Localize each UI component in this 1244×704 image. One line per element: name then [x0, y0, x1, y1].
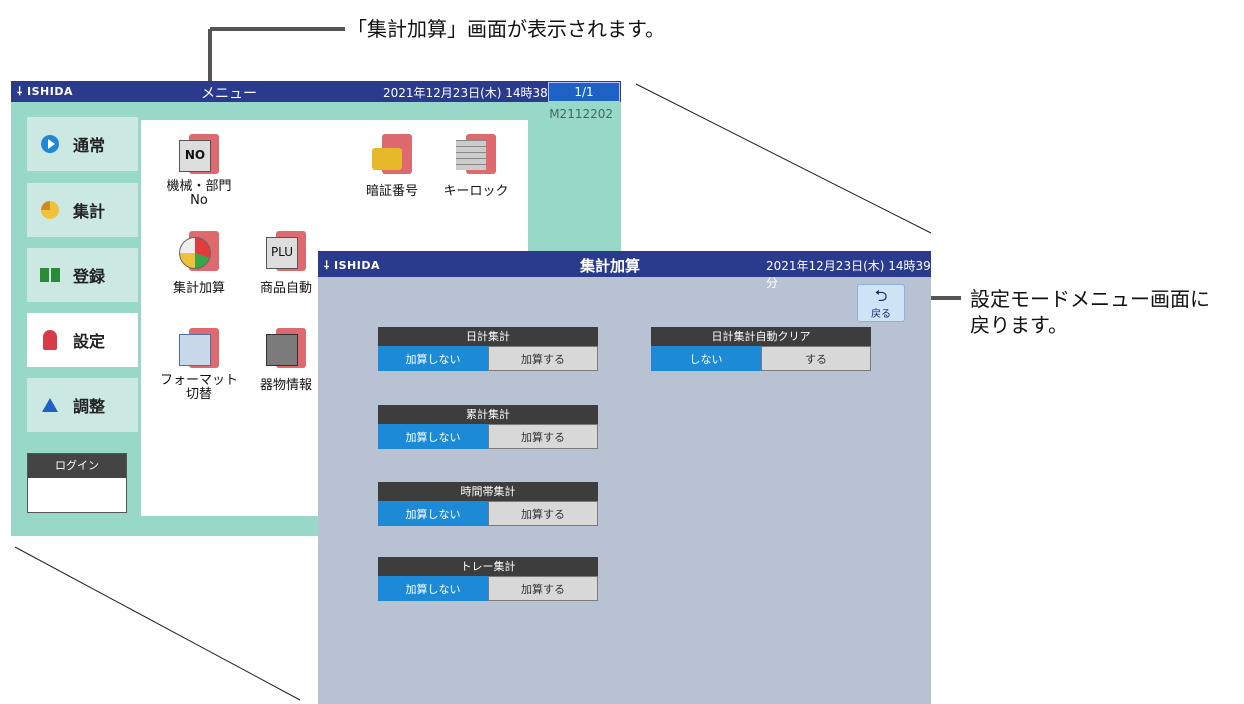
screen-title: 集計加算	[580, 257, 641, 275]
option-no-add[interactable]: 加算しない	[378, 346, 488, 371]
total-add-header: ⸸ ISHIDA 集計加算 2021年12月23日(木) 14時39分	[318, 251, 931, 290]
category-totals[interactable]: 集計	[27, 183, 138, 237]
login-label: ログイン	[28, 454, 126, 478]
tile-format-switch[interactable]: フォーマット 切替	[154, 328, 244, 402]
cylinder-pie-icon	[179, 231, 219, 271]
pie-icon	[39, 199, 61, 221]
format-switch-icon	[179, 328, 219, 368]
tile-pin[interactable]: 暗証番号	[347, 134, 437, 199]
tile-label: キーロック	[443, 184, 509, 199]
option-add[interactable]: 加算する	[488, 424, 598, 449]
top-caption: 「集計加算」画面が表示されます。	[347, 17, 665, 41]
wrench-icon	[39, 329, 61, 351]
right-caption: 設定モードメニュー画面に 戻ります。	[970, 286, 1210, 338]
option-no[interactable]: しない	[651, 346, 761, 371]
menu-title: メニュー	[201, 86, 257, 102]
login-box[interactable]: ログイン	[27, 453, 127, 513]
model-number: M2112202	[549, 107, 613, 121]
play-icon	[39, 133, 61, 155]
screen-datetime: 2021年12月23日(木) 14時39分	[766, 259, 931, 290]
option-no-add[interactable]: 加算しない	[378, 576, 488, 601]
category-label: 登録	[73, 267, 106, 286]
tile-label: 機械・部門 No	[166, 179, 232, 208]
tile-label: フォーマット 切替	[159, 373, 238, 402]
category-label: 設定	[73, 332, 106, 351]
menu-datetime: 2021年12月23日(木) 14時38分	[383, 86, 560, 100]
option-add[interactable]: 加算する	[488, 501, 598, 526]
book-icon	[39, 264, 61, 286]
plu-icon: PLU	[266, 231, 306, 271]
back-label: 戻る	[871, 309, 891, 320]
total-add-screen: ⸸ ISHIDA 集計加算 2021年12月23日(木) 14時39分 ⮌ 戻る…	[318, 251, 931, 704]
ishida-logo: ⸸ ISHIDA	[324, 259, 380, 272]
group-daily-auto-clear: 日計集計自動クリア しない する	[651, 327, 871, 371]
group-title: 日計集計	[378, 327, 598, 346]
tile-total-add[interactable]: 集計加算	[154, 231, 244, 296]
group-cumulative-total: 累計集計 加算しない 加算する	[378, 405, 598, 449]
keypad-lock-icon	[456, 134, 496, 174]
category-settings[interactable]: 設定	[27, 313, 138, 367]
back-button[interactable]: ⮌ 戻る	[857, 284, 905, 322]
group-daily-total: 日計集計 加算しない 加算する	[378, 327, 598, 371]
ishida-logo: ⸸ ISHIDA	[17, 85, 73, 98]
menu-header: ⸸ ISHIDA メニュー 2021年12月23日(木) 14時38分 1/1	[11, 81, 621, 102]
device-info-icon	[266, 328, 306, 368]
category-label: 調整	[73, 397, 106, 416]
option-add[interactable]: 加算する	[488, 576, 598, 601]
category-label: 集計	[73, 202, 106, 221]
group-title: 時間帯集計	[378, 482, 598, 501]
tile-key-lock[interactable]: キーロック	[431, 134, 521, 199]
tile-machine-dept[interactable]: NO 機械・部門 No	[154, 134, 244, 208]
tile-label: 集計加算	[172, 281, 225, 296]
category-adjust[interactable]: 調整	[27, 378, 138, 432]
option-add[interactable]: 加算する	[488, 346, 598, 371]
option-no-add[interactable]: 加算しない	[378, 501, 488, 526]
scale-icon	[39, 394, 61, 416]
group-title: 累計集計	[378, 405, 598, 424]
group-time-total: 時間帯集計 加算しない 加算する	[378, 482, 598, 526]
option-no-add[interactable]: 加算しない	[378, 424, 488, 449]
tile-label: 暗証番号	[365, 184, 418, 199]
group-title: トレー集計	[378, 557, 598, 576]
page-indicator: 1/1	[548, 82, 620, 102]
right-caption-line2: 戻ります。	[970, 313, 1068, 337]
right-caption-line1: 設定モードメニュー画面に	[970, 287, 1210, 311]
category-normal[interactable]: 通常	[27, 117, 138, 171]
group-title: 日計集計自動クリア	[651, 327, 871, 346]
return-arrow-icon: ⮌	[874, 286, 888, 305]
no-sign-icon: NO	[179, 134, 219, 174]
option-yes[interactable]: する	[761, 346, 871, 371]
category-register[interactable]: 登録	[27, 248, 138, 302]
padlock-icon	[372, 134, 412, 174]
group-tray-total: トレー集計 加算しない 加算する	[378, 557, 598, 601]
category-label: 通常	[73, 136, 106, 155]
